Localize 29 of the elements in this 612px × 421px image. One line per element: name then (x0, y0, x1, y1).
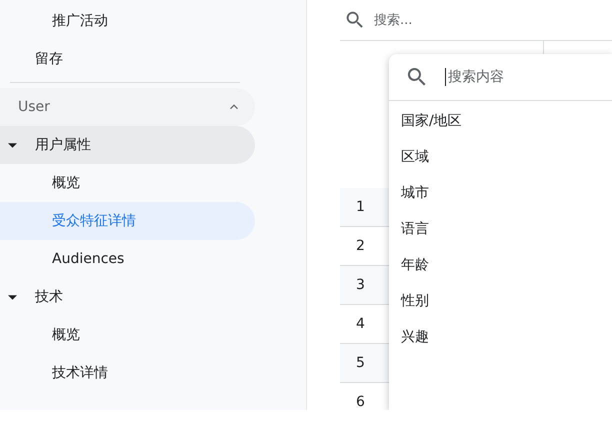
menu-option[interactable]: 语言 (389, 211, 612, 247)
menu-option[interactable]: 性别 (389, 283, 612, 319)
search-field[interactable]: 搜索... (372, 12, 522, 28)
row-number: 4 (356, 316, 365, 332)
row-number: 2 (356, 238, 365, 254)
group-item[interactable]: 用户属性 (0, 126, 255, 164)
nav-item[interactable]: 受众特征详情 (0, 202, 255, 240)
group-label: 技术 (35, 288, 63, 306)
row-number: 1 (356, 199, 365, 215)
menu-option[interactable]: 年龄 (389, 247, 612, 283)
menu-option[interactable]: 城市 (389, 175, 612, 211)
nav-item[interactable]: 推广活动 (52, 12, 108, 30)
nav-item[interactable]: Audiences (0, 240, 255, 278)
row-number: 3 (356, 277, 365, 293)
row-number: 6 (356, 394, 365, 410)
caret-icon (8, 294, 17, 300)
nav-item[interactable]: 概览 (0, 316, 255, 354)
group-label: 用户属性 (35, 136, 91, 154)
group-item[interactable]: 技术 (0, 278, 255, 316)
menu-option[interactable]: 国家/地区 (389, 103, 612, 139)
menu-option[interactable]: 兴趣 (389, 319, 612, 355)
section-title: User (18, 99, 50, 115)
row-number: 5 (356, 355, 365, 371)
caret-icon (8, 142, 17, 148)
menu-option[interactable]: 区域 (389, 139, 612, 175)
nav-item[interactable]: 留存 (35, 50, 63, 68)
nav-item[interactable]: 概览 (0, 164, 255, 202)
section-header[interactable]: User (0, 88, 255, 126)
nav-item[interactable]: 技术详情 (0, 354, 255, 392)
